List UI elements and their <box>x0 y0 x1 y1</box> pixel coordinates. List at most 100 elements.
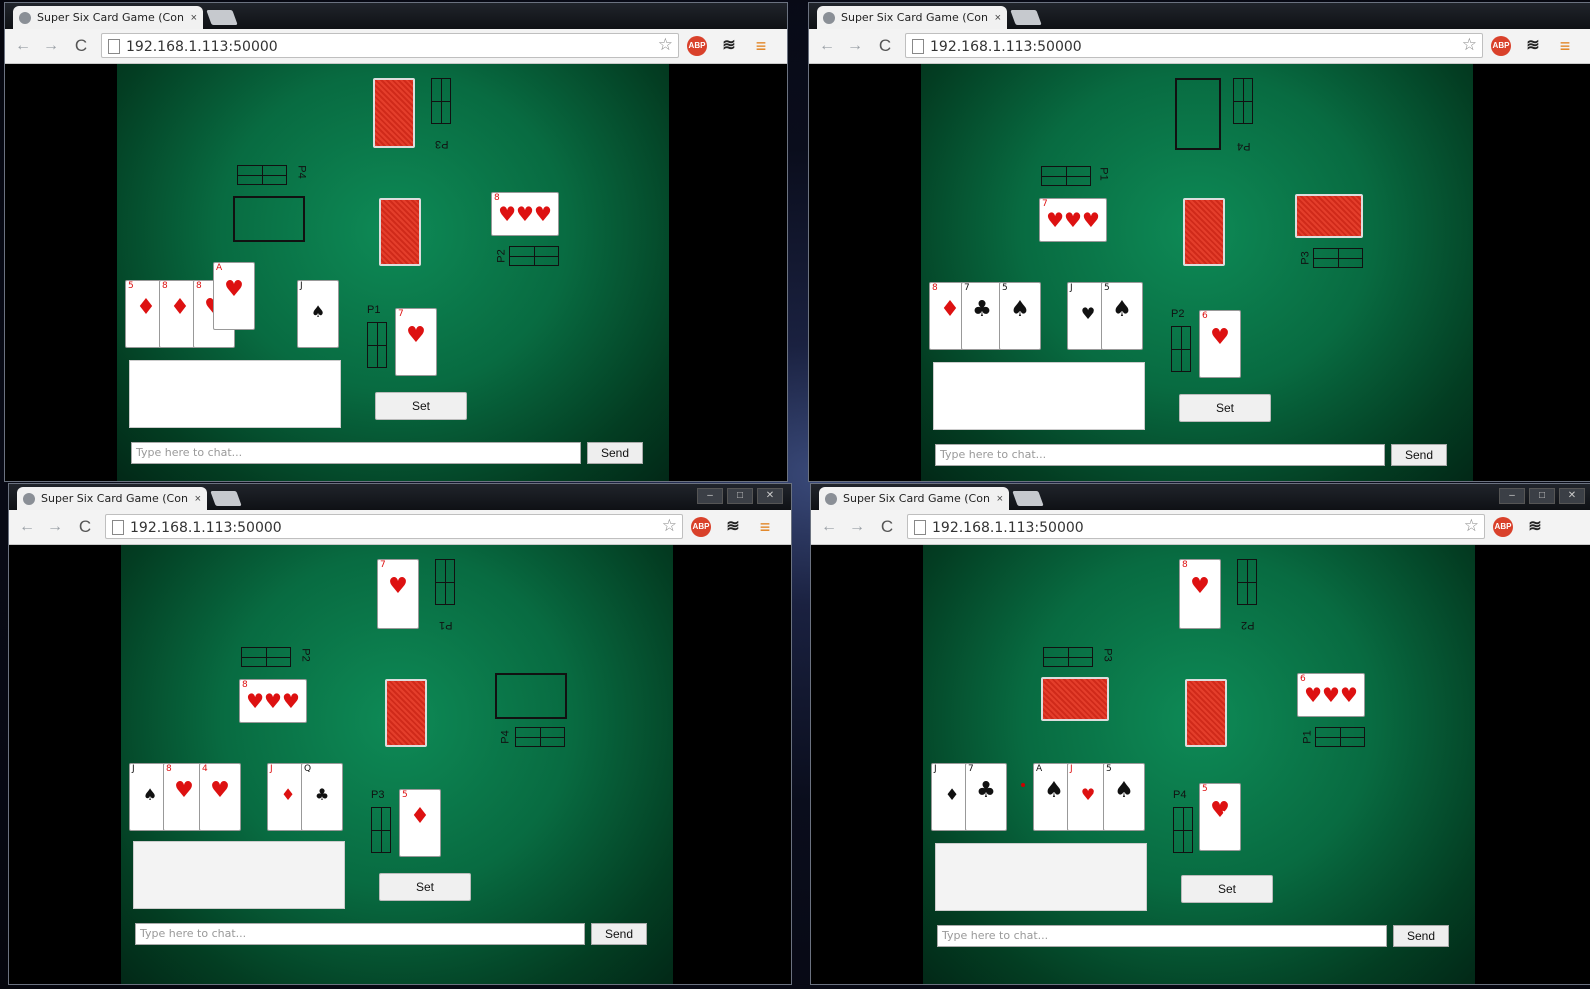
chat-input[interactable]: Type here to chat... <box>131 442 581 464</box>
page-icon <box>912 39 924 54</box>
deck-card-back[interactable] <box>1185 679 1227 747</box>
titlebar: Super Six Card Game (Con × – □ ✕ <box>811 484 1590 510</box>
minimize-icon[interactable]: – <box>697 488 723 504</box>
browser-tab[interactable]: Super Six Card Game (Con × <box>819 487 1009 510</box>
browser-window-3: Super Six Card Game (Con × – □ ✕ ← → C ☆… <box>8 483 792 985</box>
favicon-icon <box>823 11 835 24</box>
deck-card-back[interactable] <box>385 679 427 747</box>
forward-icon[interactable]: → <box>45 517 65 537</box>
url-input[interactable] <box>930 517 1454 538</box>
hand-card[interactable]: 6 ♥ <box>1199 310 1241 378</box>
maximize-icon[interactable]: □ <box>1529 488 1555 504</box>
adblock-icon[interactable]: ABP <box>691 517 711 537</box>
menu-icon[interactable]: ≡ <box>1555 36 1575 56</box>
minimize-icon[interactable]: – <box>1499 488 1525 504</box>
deck-card-back[interactable] <box>379 198 421 266</box>
played-card: 8 ♥♥♥ <box>239 679 307 723</box>
favicon-icon <box>23 492 35 505</box>
bookmark-star-icon[interactable]: ☆ <box>1464 516 1479 536</box>
tab-close-icon[interactable]: × <box>995 12 1001 24</box>
hand-card[interactable]: 5 ♥ <box>1199 783 1241 851</box>
tab-title: Super Six Card Game (Con <box>37 11 184 24</box>
layers-icon[interactable]: ≋ <box>1525 517 1545 537</box>
set-button[interactable]: Set <box>1179 394 1271 422</box>
page-viewport: P3 P4 8♥♥♥ P2 5♦ 8♦ 8♥ A♥ J♠ P1 7♥ Set T… <box>5 64 787 481</box>
reload-icon[interactable]: C <box>75 517 95 537</box>
browser-tab[interactable]: Super Six Card Game (Con × <box>17 487 207 510</box>
hand-card[interactable]: 5 ♦ <box>399 789 441 857</box>
trick-card: 4 ♥ <box>199 763 241 831</box>
chat-input[interactable]: Type here to chat... <box>135 923 585 945</box>
address-bar[interactable]: ☆ <box>101 33 679 58</box>
close-window-icon[interactable]: ✕ <box>757 488 783 504</box>
send-button[interactable]: Send <box>591 923 647 945</box>
new-tab-button[interactable] <box>210 491 242 506</box>
new-tab-button[interactable] <box>206 10 238 25</box>
trick-card: 5 ♠ <box>1103 763 1145 831</box>
layers-icon[interactable]: ≋ <box>723 517 743 537</box>
browser-tab[interactable]: Super Six Card Game (Con × <box>13 6 203 29</box>
forward-icon[interactable]: → <box>845 36 865 56</box>
page-viewport: 7 ♥ P1 P2 8 ♥♥♥ P4 J ♠ 8 ♥ 4 ♥ J ♦ Q ♣ P3 5 ♦ Se… <box>9 545 791 984</box>
layers-icon[interactable]: ≋ <box>719 36 739 56</box>
close-window-icon[interactable]: ✕ <box>1559 488 1585 504</box>
browser-window-1: Super Six Card Game (Con × ← → C ☆ ABP ≋… <box>4 2 788 482</box>
adblock-icon[interactable]: ABP <box>1491 36 1511 56</box>
hand-card[interactable]: 7 ♥ <box>395 308 437 376</box>
score-grid <box>435 559 455 605</box>
trick-card: Q ♣ <box>301 763 343 831</box>
deck-card-back[interactable] <box>1183 198 1225 266</box>
score-grid <box>367 322 387 368</box>
score-grid <box>237 165 287 185</box>
back-icon[interactable]: ← <box>817 36 837 56</box>
send-button[interactable]: Send <box>587 442 643 464</box>
url-input[interactable] <box>128 517 652 538</box>
browser-toolbar: ← → C ☆ ABP ≋ ≡ <box>9 510 791 545</box>
menu-icon[interactable]: ≡ <box>755 517 775 537</box>
tab-close-icon[interactable]: × <box>997 493 1003 505</box>
player-label-right: P2 <box>495 249 508 263</box>
chat-input[interactable]: Type here to chat... <box>937 925 1387 947</box>
set-button[interactable]: Set <box>375 392 467 420</box>
tab-title: Super Six Card Game (Con <box>843 492 990 505</box>
tab-close-icon[interactable]: × <box>195 493 201 505</box>
new-tab-button[interactable] <box>1012 491 1044 506</box>
reload-icon[interactable]: C <box>875 36 895 56</box>
chat-input[interactable]: Type here to chat... <box>935 444 1385 466</box>
reload-icon[interactable]: C <box>877 517 897 537</box>
back-icon[interactable]: ← <box>17 517 37 537</box>
game-table: P4 P1 7 ♥♥♥ P3 8 ♦ 7 ♣ 5 ♠ J ♥ 5 ♠ P2 6 ♥ Set T… <box>921 64 1473 481</box>
tab-close-icon[interactable]: × <box>191 12 197 24</box>
url-input[interactable] <box>124 36 648 57</box>
player-label-right: P1 <box>1301 730 1314 744</box>
back-icon[interactable]: ← <box>819 517 839 537</box>
new-tab-button[interactable] <box>1010 10 1042 25</box>
played-card: 8 ♥ <box>1179 559 1221 629</box>
forward-icon[interactable]: → <box>41 36 61 56</box>
bookmark-star-icon[interactable]: ☆ <box>1462 35 1477 55</box>
browser-tab[interactable]: Super Six Card Game (Con × <box>817 6 1007 29</box>
url-input[interactable] <box>928 36 1452 57</box>
maximize-icon[interactable]: □ <box>727 488 753 504</box>
player-label-top: P2 <box>1241 619 1255 631</box>
chat-log <box>129 360 341 428</box>
send-button[interactable]: Send <box>1393 925 1449 947</box>
address-bar[interactable]: ☆ <box>905 33 1483 58</box>
bookmark-star-icon[interactable]: ☆ <box>658 35 673 55</box>
set-button[interactable]: Set <box>379 873 471 901</box>
send-button[interactable]: Send <box>1391 444 1447 466</box>
adblock-icon[interactable]: ABP <box>1493 517 1513 537</box>
back-icon[interactable]: ← <box>13 36 33 56</box>
address-bar[interactable]: ☆ <box>907 514 1485 539</box>
player-label-self: P3 <box>371 789 385 801</box>
bookmark-star-icon[interactable]: ☆ <box>662 516 677 536</box>
adblock-icon[interactable]: ABP <box>687 36 707 56</box>
window-controls: – □ ✕ <box>697 488 783 504</box>
set-button[interactable]: Set <box>1181 875 1273 903</box>
reload-icon[interactable]: C <box>71 36 91 56</box>
address-bar[interactable]: ☆ <box>105 514 683 539</box>
player-label-left: P3 <box>1101 648 1114 662</box>
forward-icon[interactable]: → <box>847 517 867 537</box>
menu-icon[interactable]: ≡ <box>751 36 771 56</box>
layers-icon[interactable]: ≋ <box>1523 36 1543 56</box>
